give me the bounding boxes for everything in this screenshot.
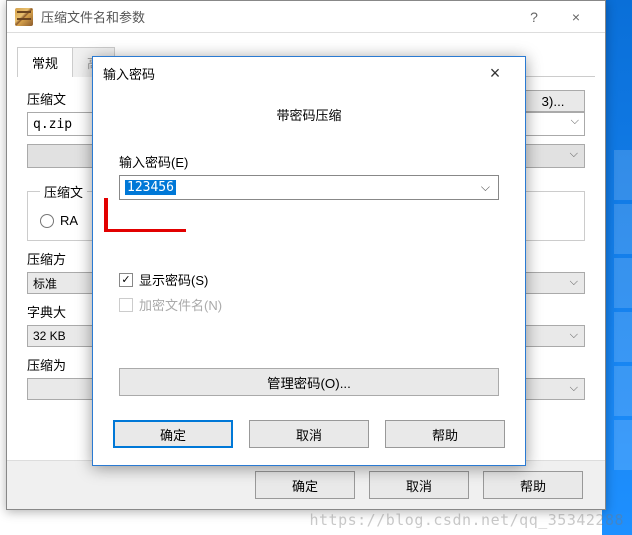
watermark: https://blog.csdn.net/qq_35342288 <box>309 511 624 529</box>
format-radio-rar[interactable] <box>40 214 54 228</box>
window-title: 压缩文件名和参数 <box>41 7 513 26</box>
show-password-checkbox[interactable] <box>119 273 133 287</box>
password-dialog-titlebar: 输入密码 × <box>93 57 525 89</box>
password-help-button[interactable]: 帮助 <box>385 420 505 448</box>
ok-button[interactable]: 确定 <box>255 471 355 499</box>
encrypt-filenames-checkbox[interactable] <box>119 298 133 312</box>
encrypt-filenames-label: 加密文件名(N) <box>139 295 222 314</box>
password-ok-button[interactable]: 确定 <box>113 420 233 448</box>
password-dialog-title: 输入密码 <box>103 64 475 83</box>
password-input[interactable]: 123456 <box>119 175 499 200</box>
close-icon[interactable]: × <box>475 60 515 86</box>
manage-passwords-button[interactable]: 管理密码(O)... <box>119 368 499 396</box>
app-icon <box>15 8 33 26</box>
close-button[interactable]: × <box>555 3 597 31</box>
archive-format-label: 压缩文 <box>40 182 87 201</box>
password-label: 输入密码(E) <box>119 152 499 171</box>
password-value: 123456 <box>125 180 176 195</box>
help-button[interactable]: ? <box>513 3 555 31</box>
titlebar: 压缩文件名和参数 ? × <box>7 1 605 33</box>
cancel-button[interactable]: 取消 <box>369 471 469 499</box>
help-button[interactable]: 帮助 <box>483 471 583 499</box>
main-button-row: 确定 取消 帮助 <box>7 460 605 509</box>
tab-general[interactable]: 常规 <box>17 47 73 77</box>
format-radio-rar-label: RA <box>60 213 78 228</box>
password-dialog-buttons: 确定 取消 帮助 <box>93 406 525 462</box>
show-password-label: 显示密码(S) <box>139 270 208 289</box>
browse-button[interactable]: 3)... <box>521 90 585 112</box>
password-dialog: 输入密码 × 带密码压缩 输入密码(E) 123456 显示密码(S) 加密文件… <box>92 56 526 466</box>
password-cancel-button[interactable]: 取消 <box>249 420 369 448</box>
password-dialog-body: 带密码压缩 输入密码(E) 123456 显示密码(S) 加密文件名(N) 管理… <box>93 89 525 406</box>
password-dialog-heading: 带密码压缩 <box>119 105 499 124</box>
